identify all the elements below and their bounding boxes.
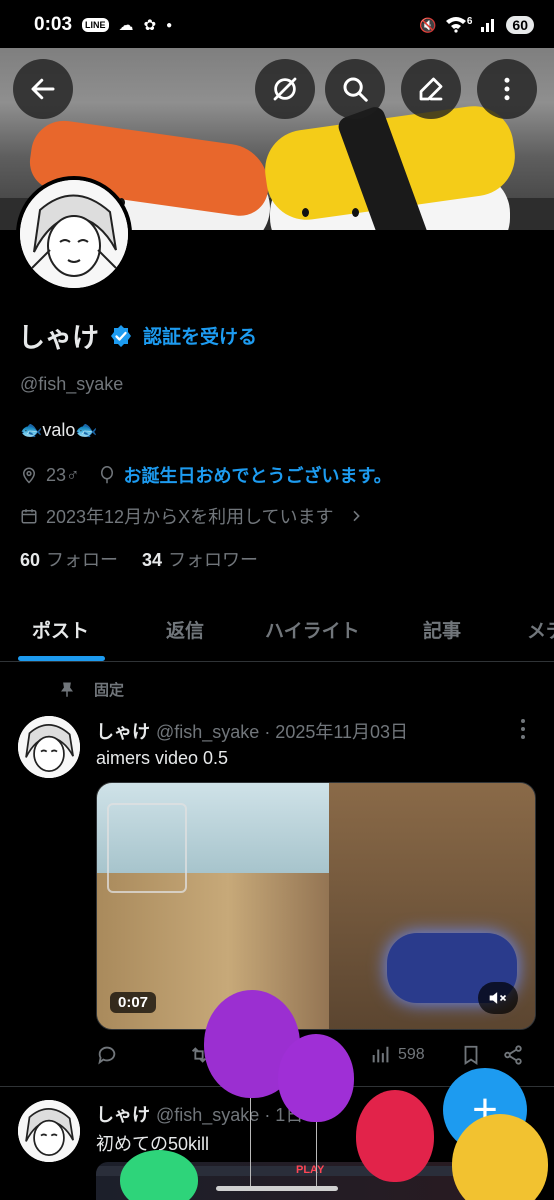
post-author-name[interactable]: しゃけ bbox=[96, 718, 150, 744]
joined-row[interactable]: 2023年12月からXを利用しています bbox=[20, 503, 364, 529]
hide-icon bbox=[273, 77, 297, 101]
verified-badge-icon bbox=[111, 324, 131, 347]
joined-date: 2023年12月からXを利用しています bbox=[46, 507, 334, 527]
views-button[interactable]: 598 bbox=[370, 1044, 425, 1066]
dot-icon: ● bbox=[166, 19, 173, 31]
chevron-right-icon bbox=[352, 510, 360, 522]
post-author-name[interactable]: しゃけ bbox=[96, 1101, 150, 1127]
battery-indicator: 60 bbox=[506, 16, 534, 34]
post-header: しゃけ @fish_syake · 1日 bbox=[96, 1101, 303, 1127]
tab-highlights[interactable]: ハイライト bbox=[265, 616, 360, 643]
active-tab-indicator bbox=[18, 656, 105, 661]
bookmark-icon bbox=[464, 1045, 478, 1065]
hide-button[interactable] bbox=[255, 59, 315, 119]
speaker-muted-icon bbox=[489, 992, 507, 1004]
search-icon bbox=[343, 77, 368, 102]
pin-icon bbox=[61, 682, 73, 697]
line-icon: LINE bbox=[82, 18, 109, 32]
tab-articles[interactable]: 記事 bbox=[423, 616, 461, 643]
get-verified-link[interactable]: 認証を受ける bbox=[143, 322, 257, 349]
calendar-icon bbox=[21, 509, 37, 524]
balloon-purple-small bbox=[278, 1034, 354, 1122]
views-icon bbox=[372, 1046, 389, 1063]
edit-icon bbox=[419, 77, 443, 101]
share-icon bbox=[504, 1045, 522, 1065]
back-button[interactable] bbox=[13, 59, 73, 119]
post-meta: @fish_syake · 1日 bbox=[156, 1105, 304, 1125]
view-count: 598 bbox=[398, 1046, 425, 1063]
video-duration: 0:07 bbox=[110, 992, 157, 1013]
share-button[interactable] bbox=[502, 1044, 524, 1066]
status-bar: 0:03 LINE ☁ ✿ ● 🔇 6 60 bbox=[0, 0, 554, 50]
profile-location: 23♂ bbox=[46, 464, 80, 485]
followers-stat[interactable]: 34 フォロワー bbox=[142, 546, 258, 572]
wifi-icon bbox=[445, 15, 467, 36]
mute-icon: 🔇 bbox=[419, 16, 437, 33]
post-avatar[interactable] bbox=[18, 716, 80, 778]
balloon-yellow bbox=[452, 1114, 548, 1200]
profile-bio: 🐟valo🐟 bbox=[20, 420, 98, 440]
signal-icon bbox=[480, 16, 498, 35]
cloud-icon: ☁ bbox=[118, 17, 134, 34]
profile-handle: @fish_syake bbox=[20, 374, 124, 394]
edit-button[interactable] bbox=[401, 59, 461, 119]
clock: 0:03 bbox=[34, 14, 73, 35]
display-name: しゃけ bbox=[18, 323, 99, 353]
chatgpt-icon: ✿ bbox=[143, 17, 157, 34]
reply-icon bbox=[98, 1046, 116, 1065]
location-pin-icon bbox=[22, 467, 36, 484]
more-icon bbox=[504, 77, 510, 101]
post-more-icon[interactable] bbox=[518, 718, 528, 740]
following-stat[interactable]: 60 フォロー bbox=[20, 546, 118, 572]
search-button[interactable] bbox=[325, 59, 385, 119]
wifi-badge: 6 bbox=[466, 15, 473, 27]
balloon-icon bbox=[100, 466, 113, 484]
balloon-green bbox=[120, 1150, 198, 1200]
profile-avatar[interactable] bbox=[16, 176, 132, 292]
balloon-red bbox=[356, 1090, 434, 1182]
tab-replies[interactable]: 返信 bbox=[166, 616, 204, 643]
post-avatar[interactable] bbox=[18, 1100, 80, 1162]
post-header: しゃけ @fish_syake · 2025年11月03日 bbox=[96, 718, 408, 744]
tab-posts[interactable]: ポスト bbox=[32, 616, 89, 643]
bookmark-button[interactable] bbox=[460, 1044, 482, 1066]
home-indicator[interactable] bbox=[216, 1186, 338, 1191]
play-label: PLAY bbox=[296, 1164, 325, 1176]
profile-tabs: ポスト 返信 ハイライト 記事 メデ bbox=[0, 598, 554, 662]
post-text: aimers video 0.5 bbox=[96, 748, 229, 768]
tab-media[interactable]: メデ bbox=[527, 616, 554, 643]
balloon-string bbox=[316, 1115, 317, 1190]
birthday-message[interactable]: お誕生日おめでとうございます。 bbox=[124, 462, 392, 488]
post-meta: @fish_syake · 2025年11月03日 bbox=[156, 722, 409, 742]
video-mute-button[interactable] bbox=[478, 982, 518, 1014]
post-video[interactable] bbox=[96, 782, 536, 1030]
back-arrow-icon bbox=[31, 78, 55, 100]
more-button[interactable] bbox=[477, 59, 537, 119]
pinned-label: 固定 bbox=[58, 679, 124, 700]
reply-button[interactable] bbox=[96, 1044, 124, 1066]
